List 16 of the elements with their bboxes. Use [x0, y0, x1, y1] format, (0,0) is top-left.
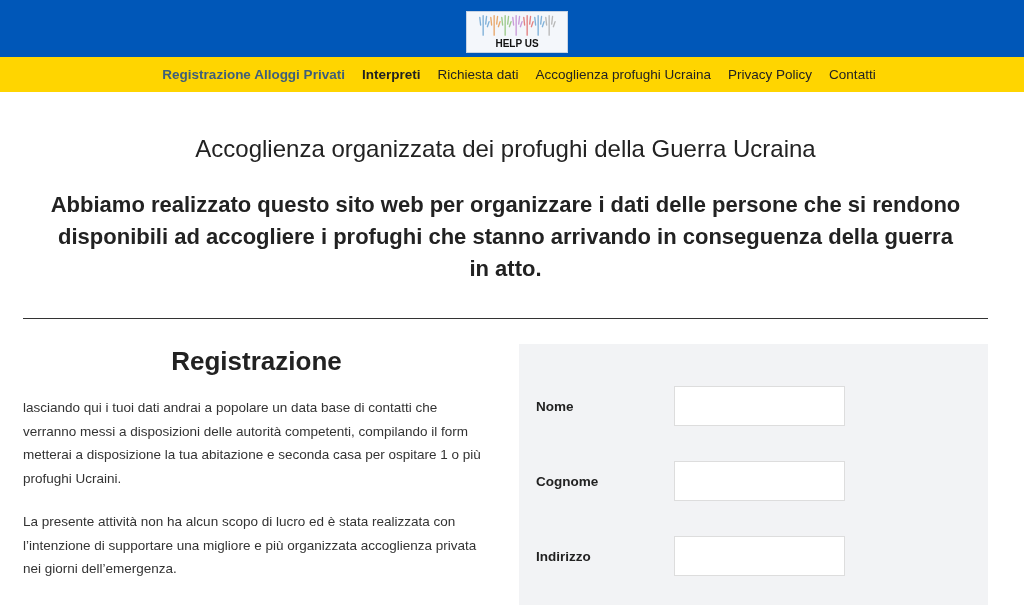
nav-link[interactable]: Privacy Policy: [728, 67, 813, 82]
page-title: Accoglienza organizzata dei profughi della Guerra Ucraina: [194, 134, 817, 164]
logo-text: HELP US: [495, 37, 539, 49]
field-label: Cognome: [536, 473, 600, 489]
page-subtitle: Abbiamo realizzato questo sito web per organizzare i dati delle persone che si rendono disponibili ad accogliere i profughi che stanno arrivando in conseguenza della guerra in atto.: [50, 191, 961, 283]
nav-link[interactable]: Interpreti: [361, 67, 421, 82]
help-us-logo[interactable]: HELP US: [466, 10, 568, 53]
section-heading: Registrazione: [170, 346, 343, 376]
nav-link[interactable]: Accoglienza profughi Ucraina: [535, 67, 712, 82]
field-label: Indirizzo: [536, 548, 592, 564]
field-label: Nome: [536, 398, 575, 414]
intro-paragraph: lasciando qui i tuoi dati andrai a popolare un data base di contatti che verranno messi a disposizioni delle autorità competenti, compilando il form metterai a disposizione la tua abitazione e seconda casa per ospitare 1 o più profughi Ucraini.: [23, 399, 482, 488]
nav-link[interactable]: Contatti: [829, 67, 876, 82]
nav-link[interactable]: Registrazione Alloggi Privati: [162, 67, 345, 82]
intro-paragraph: La presente attività non ha alcun scopo di lucro ed è stata realizzata con l’intenzione di supportare una migliore e più organizzata accoglienza privata nei giorni dell’emergenza.: [23, 513, 478, 578]
nav-link[interactable]: Richiesta dati: [437, 67, 519, 82]
